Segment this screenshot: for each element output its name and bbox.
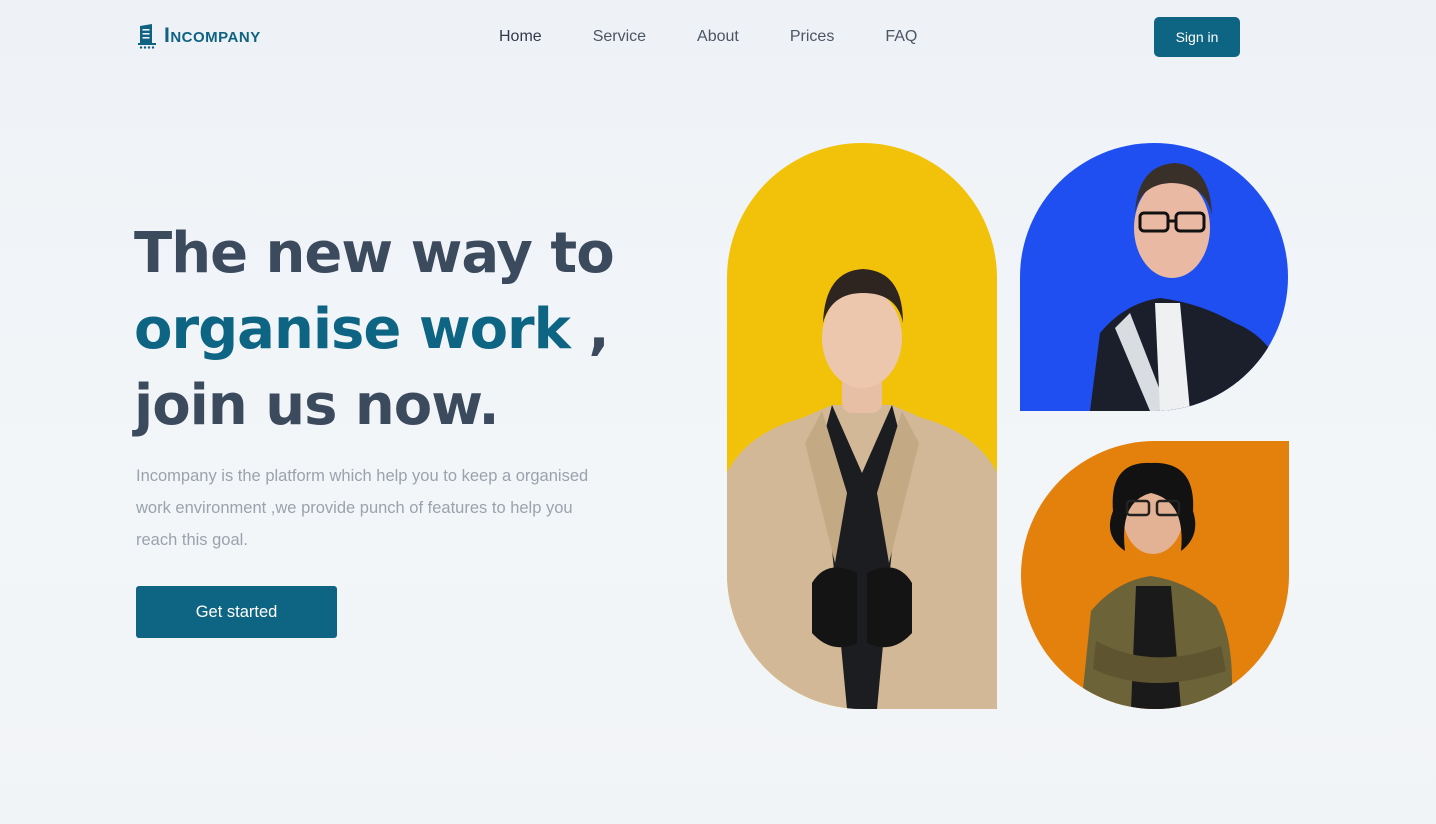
nav-about[interactable]: About bbox=[697, 27, 739, 47]
hero-title-line-3: join us now. bbox=[134, 373, 500, 438]
person-glasses-suit-photo bbox=[1020, 143, 1288, 411]
hero-title-line-1: The new way to bbox=[134, 221, 615, 286]
get-started-button[interactable]: Get started bbox=[136, 586, 337, 638]
person-beige-coat-photo bbox=[727, 143, 997, 709]
hero-description: Incompany is the platform which help you… bbox=[136, 467, 589, 549]
person-curly-hair-jacket-photo bbox=[1021, 441, 1289, 709]
nav-prices[interactable]: Prices bbox=[790, 27, 834, 47]
building-icon bbox=[138, 24, 156, 49]
main-nav: Home Service About Prices FAQ bbox=[499, 27, 968, 47]
brand-name: Incompany bbox=[164, 24, 261, 47]
nav-service[interactable]: Service bbox=[593, 27, 646, 47]
nav-faq[interactable]: FAQ bbox=[885, 27, 917, 47]
site-header: Incompany Home Service About Prices FAQ … bbox=[0, 0, 1436, 74]
sign-in-button[interactable]: Sign in bbox=[1154, 17, 1240, 57]
nav-home[interactable]: Home bbox=[499, 27, 542, 47]
brand-logo[interactable]: Incompany bbox=[136, 22, 261, 50]
hero-title-comma: , bbox=[569, 297, 609, 362]
hero-title: The new way to organise work , join us n… bbox=[134, 216, 694, 444]
hero-title-accent: organise work bbox=[134, 297, 571, 362]
